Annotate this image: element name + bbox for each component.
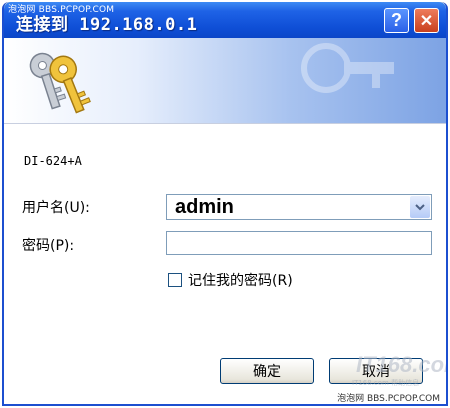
remember-password-label[interactable]: 记住我的密码(R) — [188, 270, 293, 290]
title-bar[interactable]: 泡泡网 BBS.PCPOP.COM 连接到 192.168.0.1 ? ✕ — [4, 2, 446, 38]
dialog-body: DI-624+A 用户名(U): admin 密码(P): 记住我的密码(R) … — [4, 124, 446, 404]
device-name: DI-624+A — [24, 154, 82, 168]
help-icon: ? — [391, 10, 402, 30]
banner-decoration-icon — [301, 43, 394, 93]
username-value[interactable]: admin — [175, 196, 234, 219]
username-label: 用户名(U): — [22, 200, 90, 216]
window-title: 连接到 192.168.0.1 — [16, 15, 198, 35]
ok-button[interactable]: 确定 — [220, 358, 314, 384]
cancel-button[interactable]: 取消 — [329, 358, 423, 384]
password-input[interactable] — [166, 231, 432, 255]
watermark-bottom: 泡泡网 BBS.PCPOP.COM — [337, 391, 440, 404]
close-button[interactable]: ✕ — [414, 8, 439, 33]
keys-icon — [29, 52, 91, 114]
login-dialog: 泡泡网 BBS.PCPOP.COM 连接到 192.168.0.1 ? ✕ DI… — [2, 2, 448, 406]
username-combobox[interactable]: admin — [166, 194, 432, 220]
header-banner — [4, 38, 446, 124]
password-label: 密码(P): — [22, 238, 75, 254]
close-icon: ✕ — [419, 12, 434, 30]
remember-password-checkbox[interactable] — [168, 273, 182, 287]
help-button[interactable]: ? — [384, 8, 409, 33]
chevron-down-icon — [415, 204, 425, 211]
remember-password-row[interactable]: 记住我的密码(R) — [168, 270, 293, 290]
username-dropdown-button[interactable] — [410, 196, 430, 218]
